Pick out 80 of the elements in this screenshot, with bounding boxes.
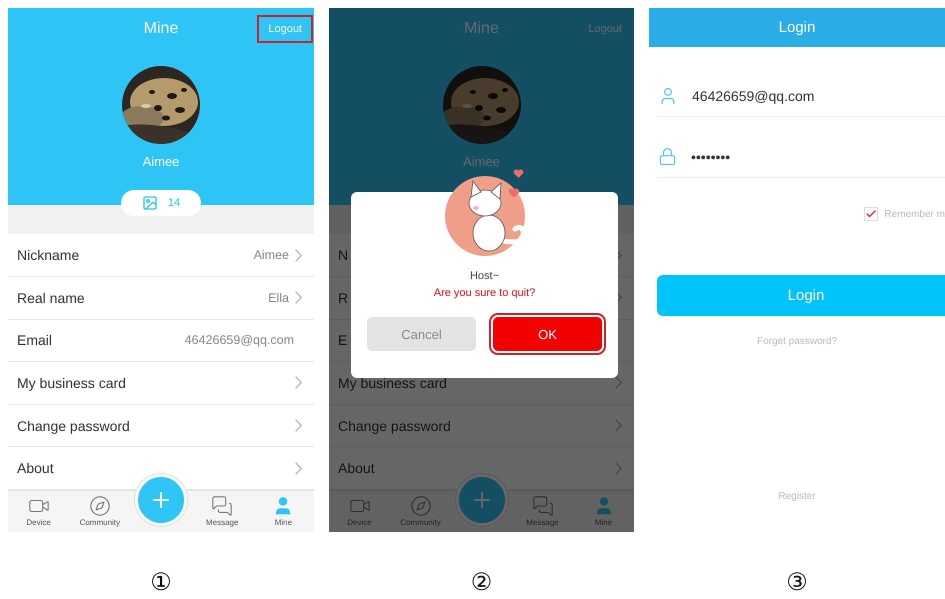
nav-tab[interactable]: Community (69, 495, 130, 528)
nav-label: Device (26, 518, 51, 528)
chevron-icon (295, 291, 302, 304)
remember-checkbox[interactable] (864, 207, 878, 221)
remember-label: Remember m (884, 208, 945, 220)
register-link[interactable]: Register (778, 491, 816, 502)
compass-icon (410, 495, 432, 518)
photo-icon (142, 195, 158, 211)
heart-icon (508, 187, 520, 199)
compass-icon (88, 495, 111, 518)
row-label: R (338, 290, 348, 306)
settings-row[interactable]: About (329, 447, 634, 490)
cancel-button[interactable]: Cancel (367, 317, 476, 351)
nav-tab[interactable]: Community (390, 495, 451, 528)
nav-tab[interactable]: Device (8, 495, 70, 528)
logout-button[interactable]: Logout (257, 15, 313, 43)
chevron-icon (295, 376, 302, 390)
nav-tab[interactable]: Message (512, 495, 573, 528)
nav-label: Mine (594, 518, 612, 528)
password-field[interactable]: •••••••• (691, 148, 911, 164)
step-number: ① (150, 569, 172, 597)
email-field[interactable]: 46426659@qq.com (692, 88, 912, 104)
settings-row[interactable]: My business card (8, 362, 314, 405)
settings-row[interactable]: About (8, 447, 314, 490)
photo-count-pill[interactable]: 14 (121, 190, 201, 216)
user-name: Aimee (463, 154, 500, 169)
settings-row[interactable]: Real name Ella (8, 276, 314, 320)
row-value: 46426659@qq.com (184, 333, 294, 348)
chevron-icon (295, 419, 302, 432)
settings-row[interactable]: Change password (329, 404, 634, 448)
add-button[interactable] (134, 474, 187, 526)
nav-label: Message (206, 518, 238, 528)
nav-label: Mine (274, 518, 292, 528)
step-number: ② (470, 569, 492, 597)
row-value: Ella (268, 290, 289, 305)
dialog-message: Are you sure to quit? (434, 287, 536, 299)
row-label: N (338, 247, 348, 264)
nav-label: Device (347, 518, 372, 528)
nav-label: Community (80, 518, 120, 528)
row-label: About (338, 460, 375, 476)
screen-title: Login (778, 19, 816, 36)
add-button[interactable] (456, 474, 508, 526)
nav-tab[interactable]: Device (329, 495, 390, 528)
dialog-greeting: Host~ (470, 270, 500, 282)
nav-tab[interactable]: Message (192, 495, 253, 528)
row-label: Real name (17, 290, 85, 306)
screen-title: Mine (144, 20, 178, 38)
chat-bubbles-icon (532, 495, 554, 518)
row-label: My business card (338, 374, 447, 391)
row-label: My business card (17, 374, 126, 391)
row-label: Email (17, 332, 52, 348)
user-name: Aimee (142, 154, 180, 169)
nav-label: Community (400, 518, 441, 528)
nav-tab[interactable]: Mine (573, 495, 634, 528)
chevron-icon (295, 248, 302, 262)
row-label: Change password (17, 418, 130, 434)
row-label: About (17, 460, 54, 476)
step-number: ③ (786, 569, 808, 597)
row-label: Nickname (17, 247, 80, 264)
nav-label: Message (526, 518, 559, 528)
chevron-icon (615, 462, 622, 475)
chevron-icon (615, 419, 622, 432)
settings-row[interactable]: Email 46426659@qq.com (8, 320, 314, 362)
row-label: Change password (338, 418, 451, 434)
chevron-icon (295, 462, 302, 475)
heart-icon (513, 168, 524, 179)
row-label: E (338, 332, 348, 348)
chevron-icon (615, 376, 622, 390)
chat-bubbles-icon (211, 495, 234, 518)
check-icon (865, 208, 878, 220)
lock-icon (658, 147, 677, 166)
photo-count: 14 (168, 197, 180, 209)
row-value: Aimee (254, 248, 289, 262)
forgot-password-link[interactable]: Forget password? (756, 336, 838, 347)
screen-title: Mine (464, 20, 499, 38)
settings-row[interactable]: Change password (8, 404, 314, 448)
login-button[interactable]: Login (657, 275, 945, 316)
ok-button[interactable]: OK (493, 317, 602, 351)
settings-row[interactable]: Nickname Aimee (8, 234, 314, 277)
nav-tab[interactable]: Mine (252, 495, 314, 528)
